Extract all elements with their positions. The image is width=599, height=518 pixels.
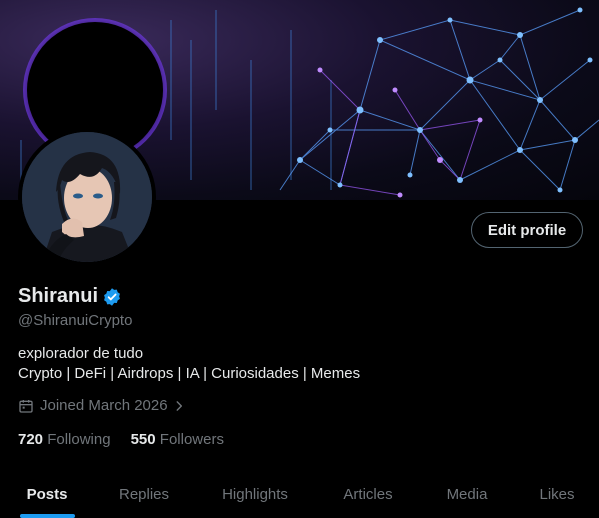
tab-likes[interactable]: Likes — [530, 470, 584, 518]
calendar-icon — [19, 399, 33, 413]
avatar-illustration — [22, 132, 152, 262]
profile-avatar[interactable] — [18, 128, 156, 266]
chevron-right-icon — [176, 400, 182, 411]
follow-stats: 720 Following 550 Followers — [18, 431, 244, 448]
tab-media[interactable]: Media — [438, 470, 496, 518]
profile-bio: explorador de tudo Crypto | DeFi | Airdr… — [18, 344, 360, 384]
followers-label: Followers — [159, 431, 224, 448]
tab-posts[interactable]: Posts — [18, 470, 76, 518]
profile-name-row: Shiranui — [18, 285, 122, 308]
profile-tabs: Posts Replies Highlights Articles Media … — [0, 470, 599, 518]
edit-profile-button[interactable]: Edit profile — [471, 212, 583, 248]
followers-count: 550 — [130, 431, 156, 448]
joined-date-row[interactable]: Joined March 2026 — [18, 397, 192, 414]
following-count: 720 — [18, 431, 44, 448]
joined-date-label: Joined March 2026 — [40, 397, 168, 414]
bio-line: Crypto | DeFi | Airdrops | IA | Curiosid… — [18, 365, 361, 382]
tab-replies[interactable]: Replies — [110, 470, 178, 518]
profile-handle: @ShiranuiCrypto — [18, 312, 133, 329]
active-tab-indicator — [20, 514, 75, 518]
following-link[interactable]: 720 Following — [18, 431, 111, 448]
tab-articles[interactable]: Articles — [334, 470, 402, 518]
verified-badge-icon[interactable] — [102, 287, 122, 307]
followers-link[interactable]: 550 Followers — [131, 431, 224, 448]
bio-line: explorador de tudo — [18, 345, 144, 362]
profile-display-name: Shiranui — [18, 285, 99, 307]
following-label: Following — [47, 431, 111, 448]
tab-highlights[interactable]: Highlights — [212, 470, 298, 518]
